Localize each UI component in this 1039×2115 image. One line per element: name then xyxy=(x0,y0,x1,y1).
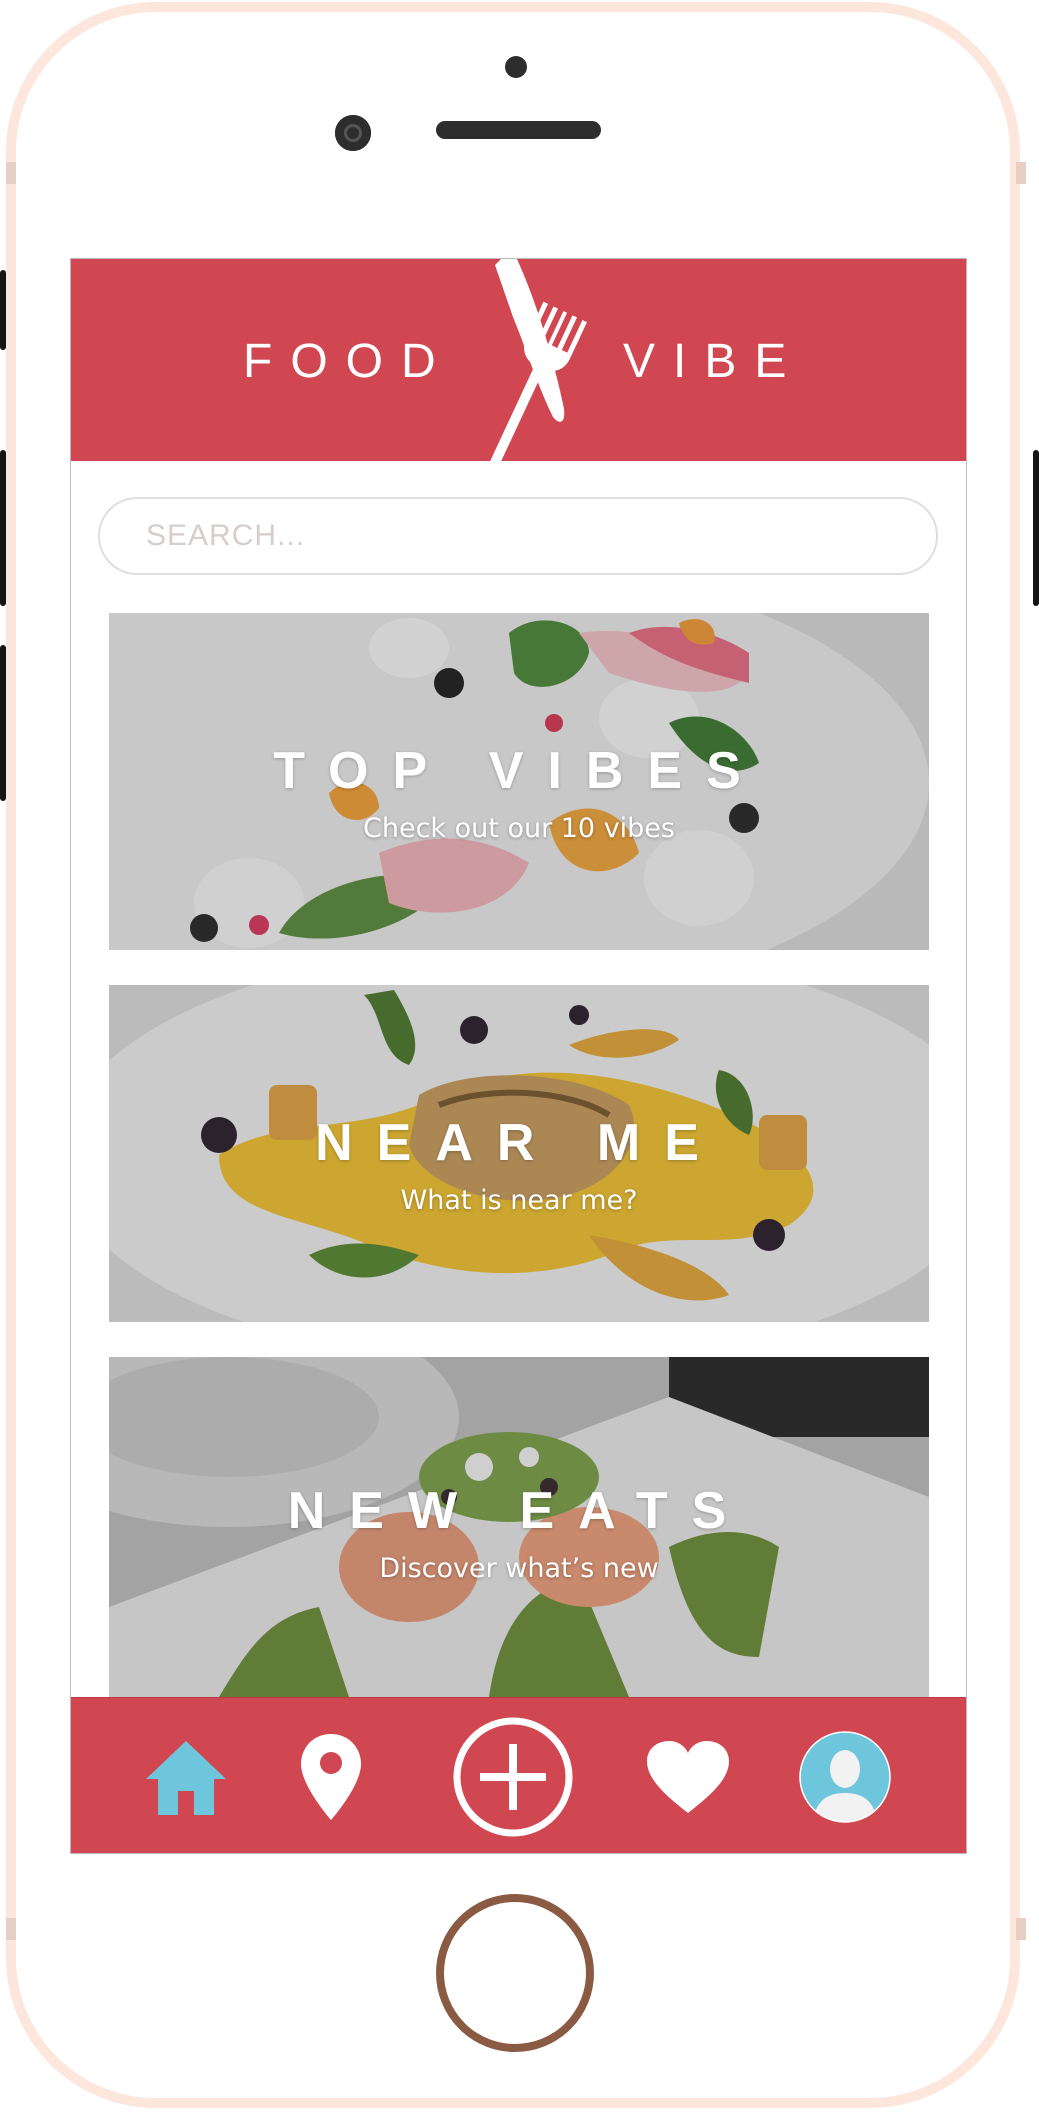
app-screen: FOOD VIBE SEARCH... TOP VIBES Check out … xyxy=(70,258,967,1854)
card-title: TOP VIBES xyxy=(273,742,765,800)
card-subtitle: Discover what’s new xyxy=(379,1553,659,1584)
frame-rim xyxy=(6,1918,16,1940)
tab-location[interactable] xyxy=(286,1698,376,1853)
earpiece-speaker xyxy=(436,121,601,139)
search-bar[interactable] xyxy=(98,497,938,575)
front-camera xyxy=(335,115,371,151)
search-input[interactable] xyxy=(144,513,908,559)
tab-favorites[interactable] xyxy=(643,1698,733,1853)
app-header: FOOD VIBE xyxy=(71,259,966,461)
tab-add[interactable] xyxy=(451,1698,575,1853)
card-near-me[interactable]: NEAR ME What is near me? xyxy=(109,985,929,1322)
frame-rim xyxy=(6,162,16,184)
card-title: NEAR ME xyxy=(315,1114,723,1172)
card-subtitle: What is near me? xyxy=(400,1185,638,1216)
card-title: NEW EATS xyxy=(287,1482,751,1540)
add-circle-icon xyxy=(453,1717,573,1837)
card-top-vibes[interactable]: TOP VIBES Check out our 10 vibes xyxy=(109,613,929,950)
location-pin-icon xyxy=(301,1734,361,1820)
heart-icon xyxy=(647,1741,729,1813)
side-button-mute xyxy=(0,270,6,350)
proximity-sensor xyxy=(505,56,527,78)
tab-profile[interactable] xyxy=(797,1698,893,1853)
frame-rim xyxy=(1016,162,1026,184)
card-new-eats[interactable]: NEW EATS Discover what’s new xyxy=(109,1357,929,1697)
side-button-power xyxy=(1033,450,1039,606)
logo-text-vibe: VIBE xyxy=(623,335,805,388)
home-hardware-button[interactable] xyxy=(436,1894,594,2052)
bottom-tab-bar xyxy=(71,1697,966,1853)
home-icon xyxy=(146,1741,226,1815)
card-subtitle: Check out our 10 vibes xyxy=(363,813,675,844)
side-button-volume-up xyxy=(0,450,6,606)
knife-fork-logo-icon xyxy=(484,259,587,461)
side-button-volume-down xyxy=(0,645,6,801)
tab-home[interactable] xyxy=(141,1698,231,1853)
profile-avatar-icon xyxy=(799,1731,891,1823)
frame-rim xyxy=(1016,1918,1026,1940)
